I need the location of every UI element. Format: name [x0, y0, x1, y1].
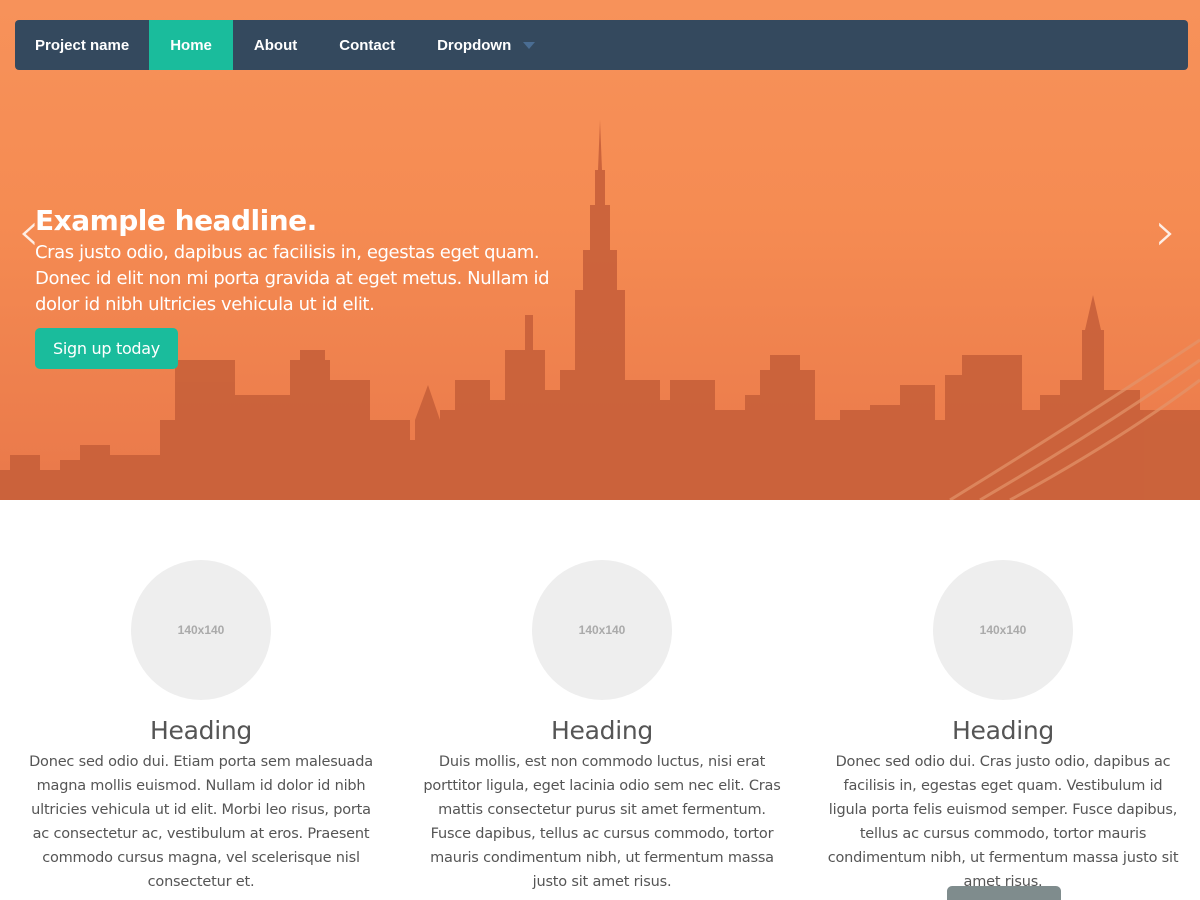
marketing-column-3: 140x140 Heading Donec sed odio dui. Cras…: [823, 560, 1183, 894]
placeholder-image: 140x140: [131, 560, 271, 700]
nav-item-about[interactable]: About: [233, 20, 318, 70]
column-text: Duis mollis, est non commodo luctus, nis…: [423, 754, 781, 890]
placeholder-label: 140x140: [177, 623, 225, 637]
column-heading: Heading: [952, 716, 1054, 745]
brand-link[interactable]: Project name: [15, 20, 149, 70]
nav-item-contact[interactable]: Contact: [318, 20, 416, 70]
top-navbar: Project name Home About Contact Dropdown: [15, 20, 1188, 70]
marketing-column-1: 140x140 Heading Donec sed odio dui. Etia…: [21, 560, 381, 894]
carousel-caption: Example headline. Cras justo odio, dapib…: [35, 202, 575, 369]
view-details-button[interactable]: [947, 886, 1061, 900]
carousel-text: Cras justo odio, dapibus ac facilisis in…: [35, 242, 550, 315]
column-text: Donec sed odio dui. Cras justo odio, dap…: [827, 754, 1179, 890]
marketing-column-2: 140x140 Heading Duis mollis, est non com…: [422, 560, 782, 894]
dropdown-label: Dropdown: [437, 36, 512, 54]
placeholder-label: 140x140: [578, 623, 626, 637]
column-heading: Heading: [551, 716, 653, 745]
placeholder-image: 140x140: [933, 560, 1073, 700]
placeholder-image: 140x140: [532, 560, 672, 700]
column-text: Donec sed odio dui. Etiam porta sem male…: [29, 754, 373, 890]
caret-down-icon: [523, 41, 536, 49]
sign-up-button[interactable]: Sign up today: [35, 328, 178, 369]
nav-item-dropdown[interactable]: Dropdown: [416, 20, 556, 70]
column-heading: Heading: [150, 716, 252, 745]
carousel-headline: Example headline.: [35, 204, 317, 237]
chevron-right-icon[interactable]: ›: [1155, 202, 1177, 262]
placeholder-label: 140x140: [979, 623, 1027, 637]
nav-item-home[interactable]: Home: [149, 20, 233, 70]
